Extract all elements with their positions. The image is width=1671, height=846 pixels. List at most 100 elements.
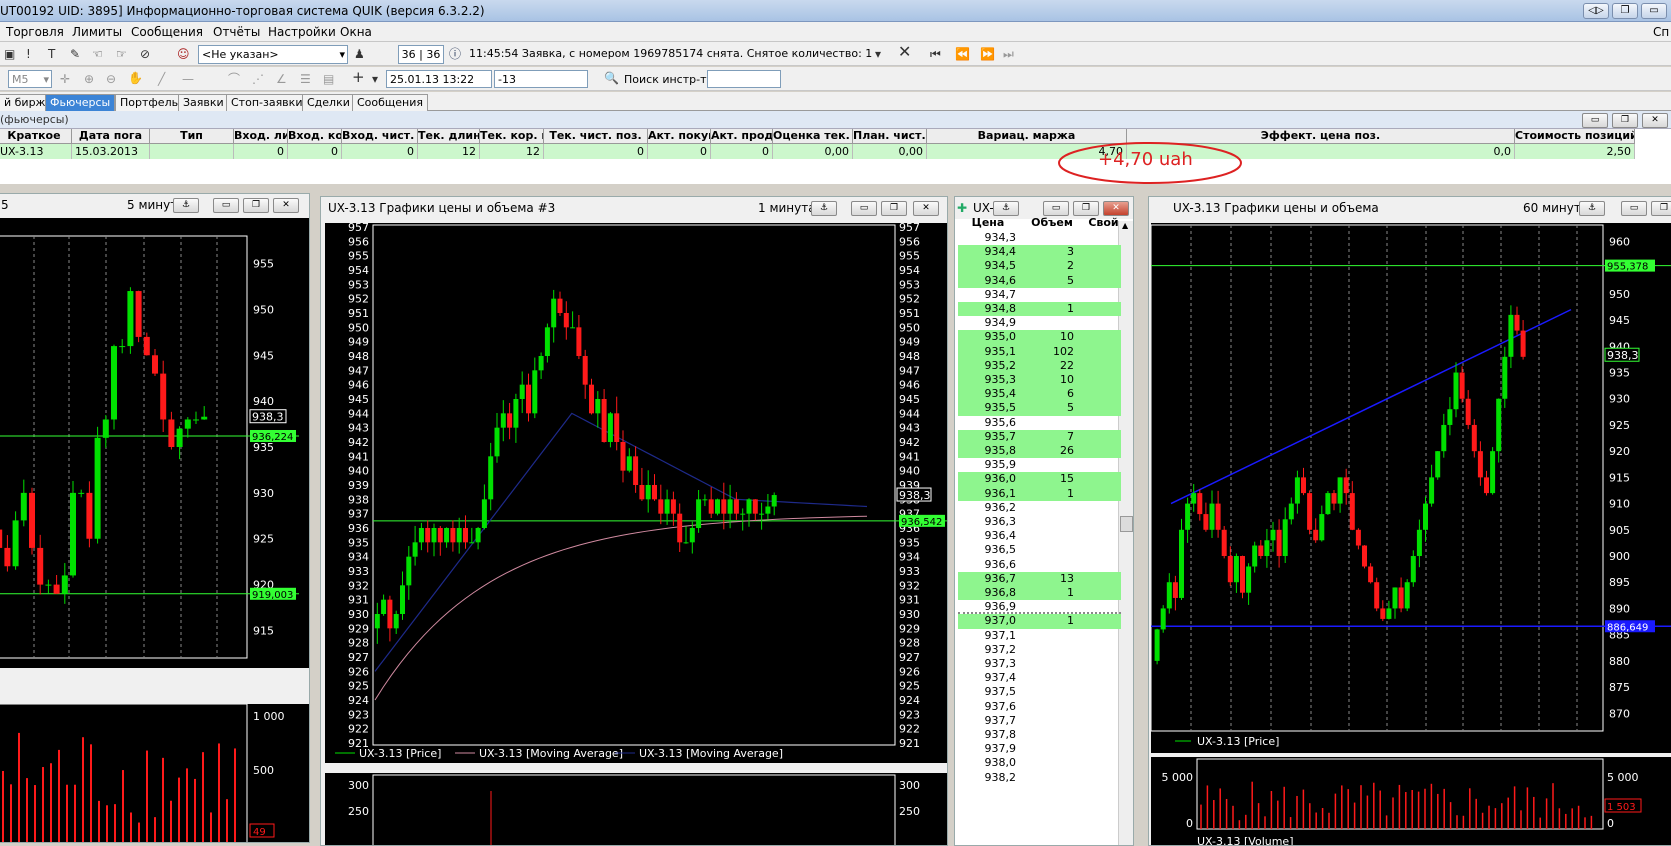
maximize-button[interactable]: ❐ (881, 201, 907, 216)
futures-cell[interactable]: 0 (288, 144, 342, 159)
add-object-icon[interactable]: + (352, 70, 365, 85)
futures-cell[interactable]: UX-3.13 (0, 144, 72, 159)
orderbook-row[interactable]: 935,4 6 (958, 387, 1121, 402)
tab-messages[interactable]: Сообщения (352, 94, 429, 111)
angle-tool-icon[interactable]: ∠ (276, 72, 287, 86)
futures-col-header[interactable]: Краткое (0, 129, 72, 144)
restore-tabs-button[interactable]: ◁▷ (1583, 3, 1609, 19)
orderbook-row[interactable]: 934,9 (958, 316, 1121, 330)
orderbook-row[interactable]: 937,1 (958, 629, 1121, 643)
minimize-button[interactable]: ▭ (851, 201, 877, 216)
anchor-icon[interactable]: ⚓ (993, 201, 1019, 216)
orderbook-row[interactable]: 938,0 (958, 756, 1121, 770)
futures-cell[interactable]: 0 (544, 144, 648, 159)
menu-trade[interactable]: Торговля (6, 25, 64, 39)
orderbook-row[interactable]: 937,2 (958, 643, 1121, 657)
hline-tool-icon[interactable]: — (182, 72, 194, 86)
orderbook-row[interactable]: 935,0 10 (958, 330, 1121, 345)
orderbook-row[interactable]: 936,9 (958, 600, 1121, 615)
account-select[interactable]: <Не указан> ▾ (198, 45, 348, 64)
minimize-button[interactable]: ▭ (1641, 3, 1667, 19)
futures-col-header[interactable]: Вход. кор (288, 129, 342, 144)
orderbook-row[interactable]: 935,2 22 (958, 358, 1121, 373)
orderbook-row[interactable]: 937,6 (958, 700, 1121, 714)
anchor-icon[interactable]: ⚓ (173, 198, 199, 213)
alert-icon[interactable]: ! (26, 47, 31, 61)
interval-select[interactable]: M5 ▾ (8, 70, 52, 88)
cancel-orders-icon[interactable]: ⊘ (140, 47, 150, 61)
menu-limits[interactable]: Лимиты (72, 25, 122, 39)
fibo-tool-icon[interactable]: ☰ (300, 72, 311, 86)
orderbook-row[interactable]: 936,7 13 (958, 571, 1121, 586)
first-message-icon[interactable]: ⏮ (930, 47, 941, 61)
anchor-icon[interactable]: ⚓ (1579, 201, 1605, 216)
close-button[interactable]: ✕ (913, 201, 939, 216)
datetime-field[interactable]: 25.01.13 13:22 (386, 70, 492, 88)
futures-cell[interactable]: 15.03.2013 (72, 144, 150, 159)
minimize-button[interactable]: ▭ (1582, 113, 1608, 128)
futures-cell[interactable]: 0 (342, 144, 418, 159)
order-icon[interactable]: ▣ (4, 47, 15, 61)
scrollbar-thumb[interactable] (1120, 516, 1133, 532)
orderbook-row[interactable]: 935,9 (958, 458, 1121, 472)
menu-help[interactable]: Сп (1653, 25, 1669, 39)
menu-settings[interactable]: Настройки (268, 25, 336, 39)
orderbook-row[interactable]: 937,0 1 (958, 614, 1121, 629)
orderbook-row[interactable]: 935,8 26 (958, 444, 1121, 459)
futures-cell[interactable]: 12 (418, 144, 480, 159)
futures-col-header[interactable]: Акт. прода (711, 129, 773, 144)
hand-sell-icon[interactable]: ☞ (116, 47, 127, 61)
orderbook-row[interactable]: 937,8 (958, 728, 1121, 742)
fan-tool-icon[interactable]: ⋰ (252, 72, 264, 86)
trade-icon[interactable]: ✎ (70, 47, 80, 61)
zoom-in-icon[interactable]: ⊕ (84, 72, 94, 86)
prev-message-icon[interactable]: ⏪ (955, 47, 970, 61)
orderbook-row[interactable]: 935,1 102 (958, 344, 1121, 359)
futures-cell[interactable]: 0,00 (773, 144, 853, 159)
orderbook-row[interactable]: 936,6 (958, 558, 1121, 572)
futures-col-header[interactable]: Дата пога (72, 129, 150, 144)
last-message-icon[interactable]: ⏭ (1003, 47, 1014, 61)
stop-order-icon[interactable]: T (48, 47, 55, 61)
orderbook-row[interactable]: 936,0 15 (958, 472, 1121, 487)
orderbook-row[interactable]: 935,5 5 (958, 401, 1121, 416)
orderbook-row[interactable]: 935,6 (958, 416, 1121, 430)
orderbook-row[interactable]: 936,5 (958, 543, 1121, 557)
scroll-up-icon[interactable]: ▲ (1122, 221, 1128, 230)
orderbook-row[interactable]: 936,4 (958, 529, 1121, 543)
futures-col-header[interactable]: Вход. ли (234, 129, 288, 144)
restore-button[interactable]: ❐ (1612, 3, 1638, 19)
arc-tool-icon[interactable]: ⌒ (228, 72, 240, 86)
zoom-out-icon[interactable]: ⊖ (106, 72, 116, 86)
futures-cell[interactable]: 12 (480, 144, 544, 159)
futures-col-header[interactable]: Тек. кор. п (480, 129, 544, 144)
maximize-button[interactable]: ❐ (243, 198, 269, 213)
tab-futures[interactable]: Фьючерсы (45, 94, 116, 111)
menu-windows[interactable]: Окна (340, 25, 372, 39)
futures-col-header[interactable]: Вход. чист. п (342, 129, 418, 144)
orderbook-row[interactable]: 934,8 1 (958, 302, 1121, 317)
orderbook-row[interactable]: 934,4 3 (958, 245, 1121, 260)
orderbook-row[interactable]: 936,3 (958, 515, 1121, 529)
close-button[interactable]: ✕ (1103, 201, 1129, 216)
orderbook-row[interactable]: 934,7 (958, 288, 1121, 302)
futures-col-header[interactable]: Оценка тек. ч (773, 129, 853, 144)
orderbook-row[interactable]: 934,6 5 (958, 273, 1121, 288)
futures-cell[interactable]: 2,50 (1515, 144, 1635, 159)
futures-col-header[interactable]: Тек. длин. (418, 129, 480, 144)
futures-cell[interactable]: 0,00 (853, 144, 927, 159)
close-icon[interactable]: ✕ (898, 44, 911, 60)
maximize-button[interactable]: ❐ (1651, 201, 1671, 216)
hand-buy-icon[interactable]: ☜ (92, 47, 103, 61)
minimize-button[interactable]: ▭ (1621, 201, 1647, 216)
futures-col-header[interactable]: Тип (150, 129, 234, 144)
futures-col-header[interactable]: План. чист. п (853, 129, 927, 144)
price-panel[interactable]: 9609559509459409359309259209159109059008… (1150, 223, 1671, 753)
orderbook-row[interactable]: 937,7 (958, 714, 1121, 728)
price-panel[interactable]: 957 957 956 956 955 955 954 954 953 953 952 952 951 9… (325, 221, 947, 763)
futures-col-header[interactable]: Стоимость позиций (1515, 129, 1635, 144)
futures-col-header[interactable]: Акт. покуп (648, 129, 711, 144)
orderbook-row[interactable]: 936,1 1 (958, 486, 1121, 501)
orderbook-row[interactable]: 937,9 (958, 742, 1121, 756)
anchor-icon[interactable]: ⚓ (811, 201, 837, 216)
